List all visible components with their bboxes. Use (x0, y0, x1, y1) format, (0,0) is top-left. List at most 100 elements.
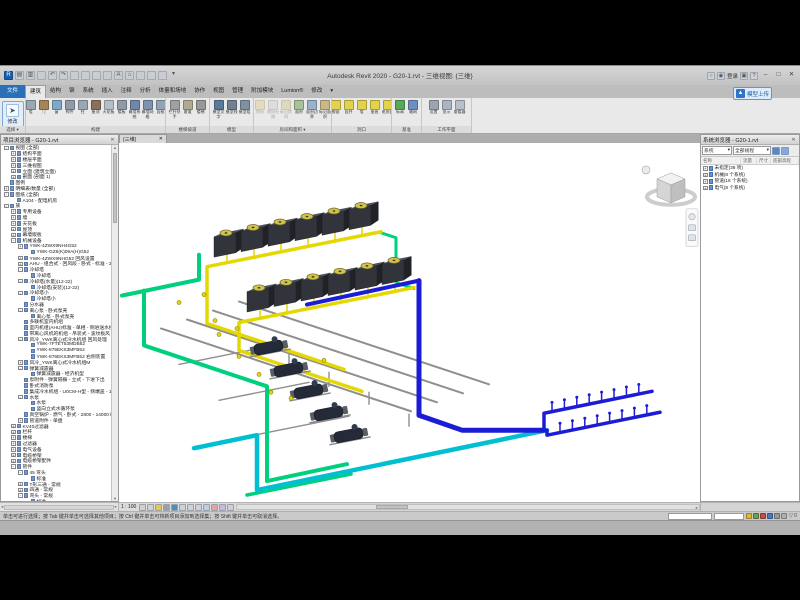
ribbon-button[interactable]: 墙 (356, 100, 368, 115)
ribbon-button[interactable]: 模型线 (226, 100, 238, 115)
expander-icon[interactable]: - (18, 267, 23, 272)
tab-collaborate[interactable]: 协作 (190, 85, 209, 98)
scrollbar-thumb[interactable] (376, 505, 408, 509)
scrollbar-thumb[interactable] (113, 153, 117, 223)
expander-icon[interactable]: + (703, 166, 708, 171)
expander-icon[interactable] (18, 320, 23, 325)
render-icon[interactable] (171, 504, 178, 511)
system-type-dropdown[interactable]: 系统▾ (702, 146, 732, 155)
expander-icon[interactable]: + (11, 435, 16, 440)
ribbon-button[interactable]: 房间分隔 (267, 100, 279, 119)
expander-icon[interactable]: + (18, 360, 23, 365)
expander-icon[interactable] (25, 343, 30, 348)
tree-item[interactable]: + AHU - 组合式 - 回风段 - 卧式 - 标准 - 2000 - 50 (1, 261, 111, 267)
user-icon[interactable]: ◉ (717, 72, 725, 80)
scale-button[interactable]: 1 : 100 (121, 504, 136, 510)
tab-analyze[interactable]: 分析 (136, 85, 155, 98)
autofit-columns-icon[interactable] (772, 147, 780, 155)
navigation-bar[interactable] (686, 209, 698, 247)
expander-icon[interactable]: + (18, 418, 23, 423)
text-icon[interactable] (114, 71, 123, 80)
modify-button[interactable]: ➤ 修改 (2, 101, 24, 126)
project-browser-header[interactable]: 项目浏览器 - G20-1.rvt ✕ (1, 135, 118, 145)
expander-icon[interactable] (11, 198, 16, 203)
project-browser-hscroll[interactable]: ◂▸ (0, 503, 119, 511)
show-crop-icon[interactable] (187, 504, 194, 511)
expander-icon[interactable]: + (703, 186, 708, 191)
redo-icon[interactable] (59, 71, 68, 80)
dimension-icon[interactable] (92, 71, 101, 80)
expander-icon[interactable]: + (11, 447, 16, 452)
expander-icon[interactable]: - (18, 337, 23, 342)
sync-icon[interactable] (37, 71, 46, 80)
unlocked-3d-icon[interactable] (195, 504, 202, 511)
expander-icon[interactable]: - (18, 366, 23, 371)
expander-icon[interactable] (25, 354, 30, 359)
sun-path-icon[interactable] (155, 504, 162, 511)
reveal-hidden-icon[interactable] (211, 504, 218, 511)
worksharing-display-icon[interactable] (774, 513, 780, 519)
ribbon-button[interactable]: 窗 (51, 100, 63, 115)
expander-icon[interactable]: - (18, 395, 23, 400)
column-bottom-elevation[interactable]: 底部高程 (771, 158, 799, 164)
model-canvas[interactable] (119, 143, 700, 502)
expander-icon[interactable]: + (703, 173, 708, 178)
expander-icon[interactable]: + (11, 169, 16, 174)
links-icon[interactable] (767, 513, 773, 519)
tab-structure[interactable]: 结构 (46, 85, 65, 98)
expander-icon[interactable] (18, 383, 23, 388)
canvas-hscrollbar[interactable]: ▸ (236, 504, 700, 510)
worksets-field[interactable] (668, 513, 712, 520)
signin-label[interactable]: 登录 (727, 72, 738, 80)
tree-item[interactable]: 标准 (1, 499, 111, 501)
expander-icon[interactable]: - (4, 192, 9, 197)
expander-icon[interactable]: + (18, 482, 23, 487)
column-size[interactable]: 尺寸 (757, 158, 771, 164)
crop-view-icon[interactable] (179, 504, 186, 511)
close-icon[interactable]: ✕ (159, 136, 163, 142)
tree-item[interactable]: 集成冷水机组 - U0CM-H型 - 侧端盖 - 108-175-CN (1, 388, 111, 394)
undo-icon[interactable] (48, 71, 57, 80)
temporary-view-icon[interactable] (219, 504, 226, 511)
expander-icon[interactable]: - (18, 493, 23, 498)
expander-icon[interactable]: + (11, 221, 16, 226)
expander-icon[interactable] (25, 314, 30, 319)
expander-icon[interactable]: + (11, 157, 16, 162)
ribbon-button[interactable]: 屋顶 (90, 100, 102, 115)
search-icon[interactable]: ○ (707, 72, 715, 80)
expander-icon[interactable]: - (11, 238, 16, 243)
expander-icon[interactable] (25, 476, 30, 481)
expander-icon[interactable]: + (703, 179, 708, 184)
column-settings-icon[interactable] (781, 147, 789, 155)
ribbon-button[interactable]: 标记房间 (280, 100, 292, 119)
selection-filter[interactable]: ▽ 0 (789, 513, 797, 519)
project-browser-scrollbar[interactable]: ▲ ▼ (111, 145, 118, 501)
expander-icon[interactable] (25, 401, 30, 406)
ribbon-button[interactable]: 楼梯 (195, 100, 207, 115)
expander-icon[interactable] (18, 412, 23, 417)
tag-icon[interactable] (103, 71, 112, 80)
customize-icon[interactable] (169, 71, 178, 80)
close-icon[interactable]: ✕ (109, 137, 116, 143)
ribbon-button[interactable]: 垂直 (369, 100, 381, 115)
ribbon-button[interactable]: 按面 (332, 100, 342, 115)
thin-lines-icon[interactable] (147, 71, 156, 80)
expander-icon[interactable] (25, 372, 30, 377)
ribbon-button[interactable]: 模型文字 (213, 100, 225, 119)
tab-insert[interactable]: 插入 (98, 85, 117, 98)
tab-lumion[interactable]: Lumion® (277, 85, 307, 98)
scroll-up-icon[interactable]: ▲ (112, 145, 118, 150)
tab-steel[interactable]: 钢 (65, 85, 79, 98)
tab-systems[interactable]: 系统 (79, 85, 98, 98)
expander-icon[interactable]: + (11, 215, 16, 220)
ribbon-button[interactable]: 房间 (254, 100, 266, 115)
ribbon-button[interactable]: 老虎窗 (382, 100, 392, 115)
expander-icon[interactable] (18, 325, 23, 330)
expander-icon[interactable]: - (4, 204, 9, 209)
app-store-icon[interactable]: ▣ (740, 72, 748, 80)
ribbon-button[interactable]: 天花板 (103, 100, 115, 115)
ribbon-button[interactable]: 设置 (428, 100, 440, 115)
ribbon-button[interactable]: 轴网 (407, 100, 419, 115)
ribbon-button[interactable]: 显示 (441, 100, 453, 115)
view-tab[interactable]: {三维} ✕ (119, 134, 167, 143)
